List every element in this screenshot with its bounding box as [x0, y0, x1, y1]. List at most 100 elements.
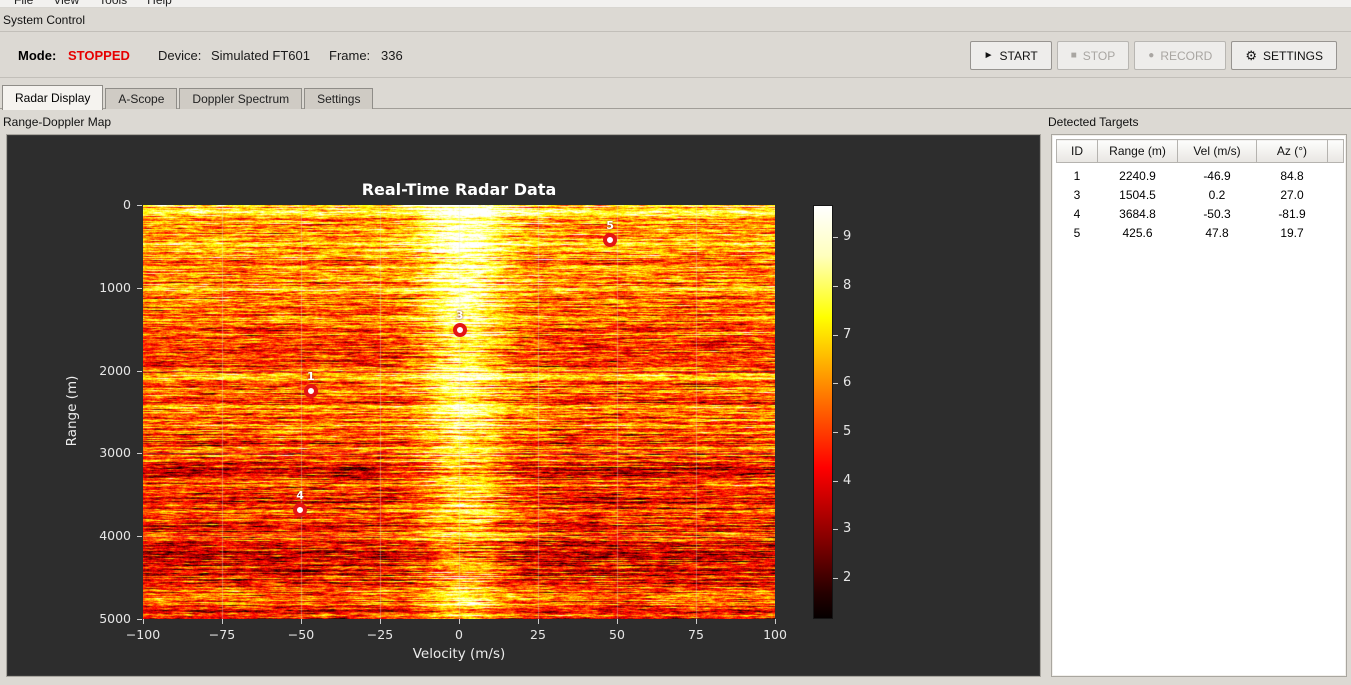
table-cell: -81.9 — [1256, 204, 1328, 224]
targets-column-header-stub — [1327, 139, 1344, 163]
x-tick-mark — [459, 619, 460, 624]
y-tick-mark — [137, 536, 142, 538]
stop-button-label: STOP — [1082, 48, 1116, 63]
targets-column-header[interactable]: ID — [1056, 139, 1098, 163]
table-cell: 0.2 — [1177, 185, 1257, 205]
tab-radar-display[interactable]: Radar Display — [2, 85, 104, 110]
menu-item-file[interactable]: File — [4, 0, 43, 7]
tab-bar-items: Radar Display A-Scope Doppler Spectrum Sett… — [0, 85, 1351, 110]
range-doppler-map-label: Range-Doppler Map — [3, 115, 112, 129]
target-marker[interactable] — [303, 383, 318, 398]
play-icon: ► — [983, 49, 994, 61]
x-tick-mark — [696, 619, 697, 624]
start-button[interactable]: ► START — [969, 41, 1052, 70]
y-tick-label: 0 — [123, 197, 131, 212]
x-tick-label: −50 — [287, 627, 315, 642]
x-tick-mark — [143, 619, 144, 624]
gear-icon: ⚙ — [1245, 48, 1257, 63]
x-tick-mark — [301, 619, 302, 624]
colorbar-tick-label: 2 — [843, 570, 852, 586]
targets-table: ID Range (m) Vel (m/s) Az (°) 1 2240.9 -46.9 8… — [1056, 139, 1344, 243]
plot-title: Real-Time Radar Data — [361, 180, 557, 199]
target-marker-label: 4 — [296, 489, 304, 503]
table-row[interactable]: 1 2240.9 -46.9 84.8 — [1056, 166, 1344, 186]
x-tick-label: −100 — [125, 627, 161, 642]
record-button-label: RECORD — [1160, 48, 1213, 63]
control-buttons: ► START ■ STOP ● RECORD ⚙ SETTINGS — [969, 41, 1337, 70]
table-cell-stub — [1327, 185, 1344, 205]
x-tick-mark — [538, 619, 539, 624]
x-tick-mark — [222, 619, 223, 624]
targets-column-header[interactable]: Az (°) — [1256, 139, 1328, 163]
colorbar — [813, 205, 833, 619]
colorbar-tick-mark — [833, 431, 838, 433]
x-tick-label: 75 — [688, 627, 704, 642]
colorbar-tick-label: 8 — [843, 277, 852, 293]
tab-a-scope[interactable]: A-Scope — [105, 88, 178, 109]
y-tick-label: 1000 — [99, 279, 131, 295]
table-cell: 425.6 — [1097, 223, 1178, 243]
target-marker[interactable] — [452, 322, 467, 337]
range-doppler-heatmap[interactable] — [143, 205, 775, 619]
table-cell: 3 — [1056, 185, 1098, 205]
device-value: Simulated FT601 — [211, 48, 310, 63]
detected-targets-panel: ID Range (m) Vel (m/s) Az (°) 1 2240.9 -46.9 8… — [1051, 134, 1347, 677]
colorbar-tick-mark — [833, 237, 838, 239]
y-tick-mark — [137, 370, 142, 372]
stop-button: ■ STOP — [1056, 41, 1130, 70]
colorbar-tick-label: 9 — [843, 229, 852, 245]
colorbar-tick-label: 6 — [843, 375, 852, 391]
start-button-label: START — [999, 48, 1038, 63]
settings-button[interactable]: ⚙ SETTINGS — [1231, 41, 1337, 70]
colorbar-tick-mark — [833, 383, 838, 385]
mode-label: Mode: — [18, 48, 57, 63]
control-panel: Mode: STOPPED Device: Simulated FT601 Fr… — [0, 33, 1351, 78]
table-cell: 84.8 — [1256, 166, 1328, 186]
x-tick-label: 100 — [763, 627, 787, 642]
table-cell-stub — [1327, 223, 1344, 243]
colorbar-tick-mark — [833, 285, 838, 287]
targets-column-header[interactable]: Vel (m/s) — [1177, 139, 1257, 163]
settings-button-label: SETTINGS — [1262, 48, 1323, 63]
colorbar-tick-mark — [833, 529, 838, 531]
colorbar-tick-mark — [833, 334, 838, 336]
menu-bar-items: File View Tools Help — [0, 0, 1351, 7]
table-row[interactable]: 5 425.6 47.8 19.7 — [1056, 223, 1344, 243]
colorbar-tick-label: 7 — [843, 326, 852, 342]
table-cell: 3684.8 — [1097, 204, 1178, 224]
menu-item-tools[interactable]: Tools — [89, 0, 137, 7]
device-label: Device: — [158, 48, 202, 63]
table-row[interactable]: 4 3684.8 -50.3 -81.9 — [1056, 204, 1344, 224]
targets-table-header-row: ID Range (m) Vel (m/s) Az (°) — [1056, 139, 1344, 163]
table-cell-stub — [1327, 204, 1344, 224]
table-row[interactable]: 3 1504.5 0.2 27.0 — [1056, 185, 1344, 205]
table-cell: 47.8 — [1177, 223, 1257, 243]
system-control-group: System Control — [0, 9, 1351, 32]
x-tick-label: 0 — [455, 627, 463, 642]
tab-settings[interactable]: Settings — [304, 88, 374, 109]
table-cell: 19.7 — [1256, 223, 1328, 243]
table-cell: 5 — [1056, 223, 1098, 243]
targets-column-header[interactable]: Range (m) — [1097, 139, 1178, 163]
x-tick-label: −75 — [208, 627, 236, 642]
tab-bar: Radar Display A-Scope Doppler Spectrum Sett… — [0, 85, 1351, 110]
y-tick-label: 4000 — [99, 528, 131, 544]
colorbar-tick-label: 5 — [843, 423, 852, 439]
table-cell: -50.3 — [1177, 204, 1257, 224]
detected-targets-label: Detected Targets — [1048, 115, 1139, 129]
menu-item-view[interactable]: View — [43, 0, 89, 7]
x-tick-mark — [617, 619, 618, 624]
x-tick-mark — [775, 619, 776, 624]
range-doppler-plot-panel: Real-Time Radar Data −100 −75 −50 −25 0 25 50 7… — [6, 134, 1041, 677]
x-tick-label: 50 — [609, 627, 625, 642]
table-cell: 1 — [1056, 166, 1098, 186]
table-cell: 27.0 — [1256, 185, 1328, 205]
system-control-title: System Control — [3, 13, 86, 27]
tab-doppler-spectrum[interactable]: Doppler Spectrum — [179, 88, 303, 109]
y-tick-mark — [137, 287, 142, 289]
x-tick-label: 25 — [530, 627, 546, 642]
x-axis-label: Velocity (m/s) — [412, 646, 506, 662]
colorbar-tick-label: 3 — [843, 521, 852, 537]
menu-item-help[interactable]: Help — [137, 0, 182, 7]
mode-value: STOPPED — [68, 48, 130, 63]
